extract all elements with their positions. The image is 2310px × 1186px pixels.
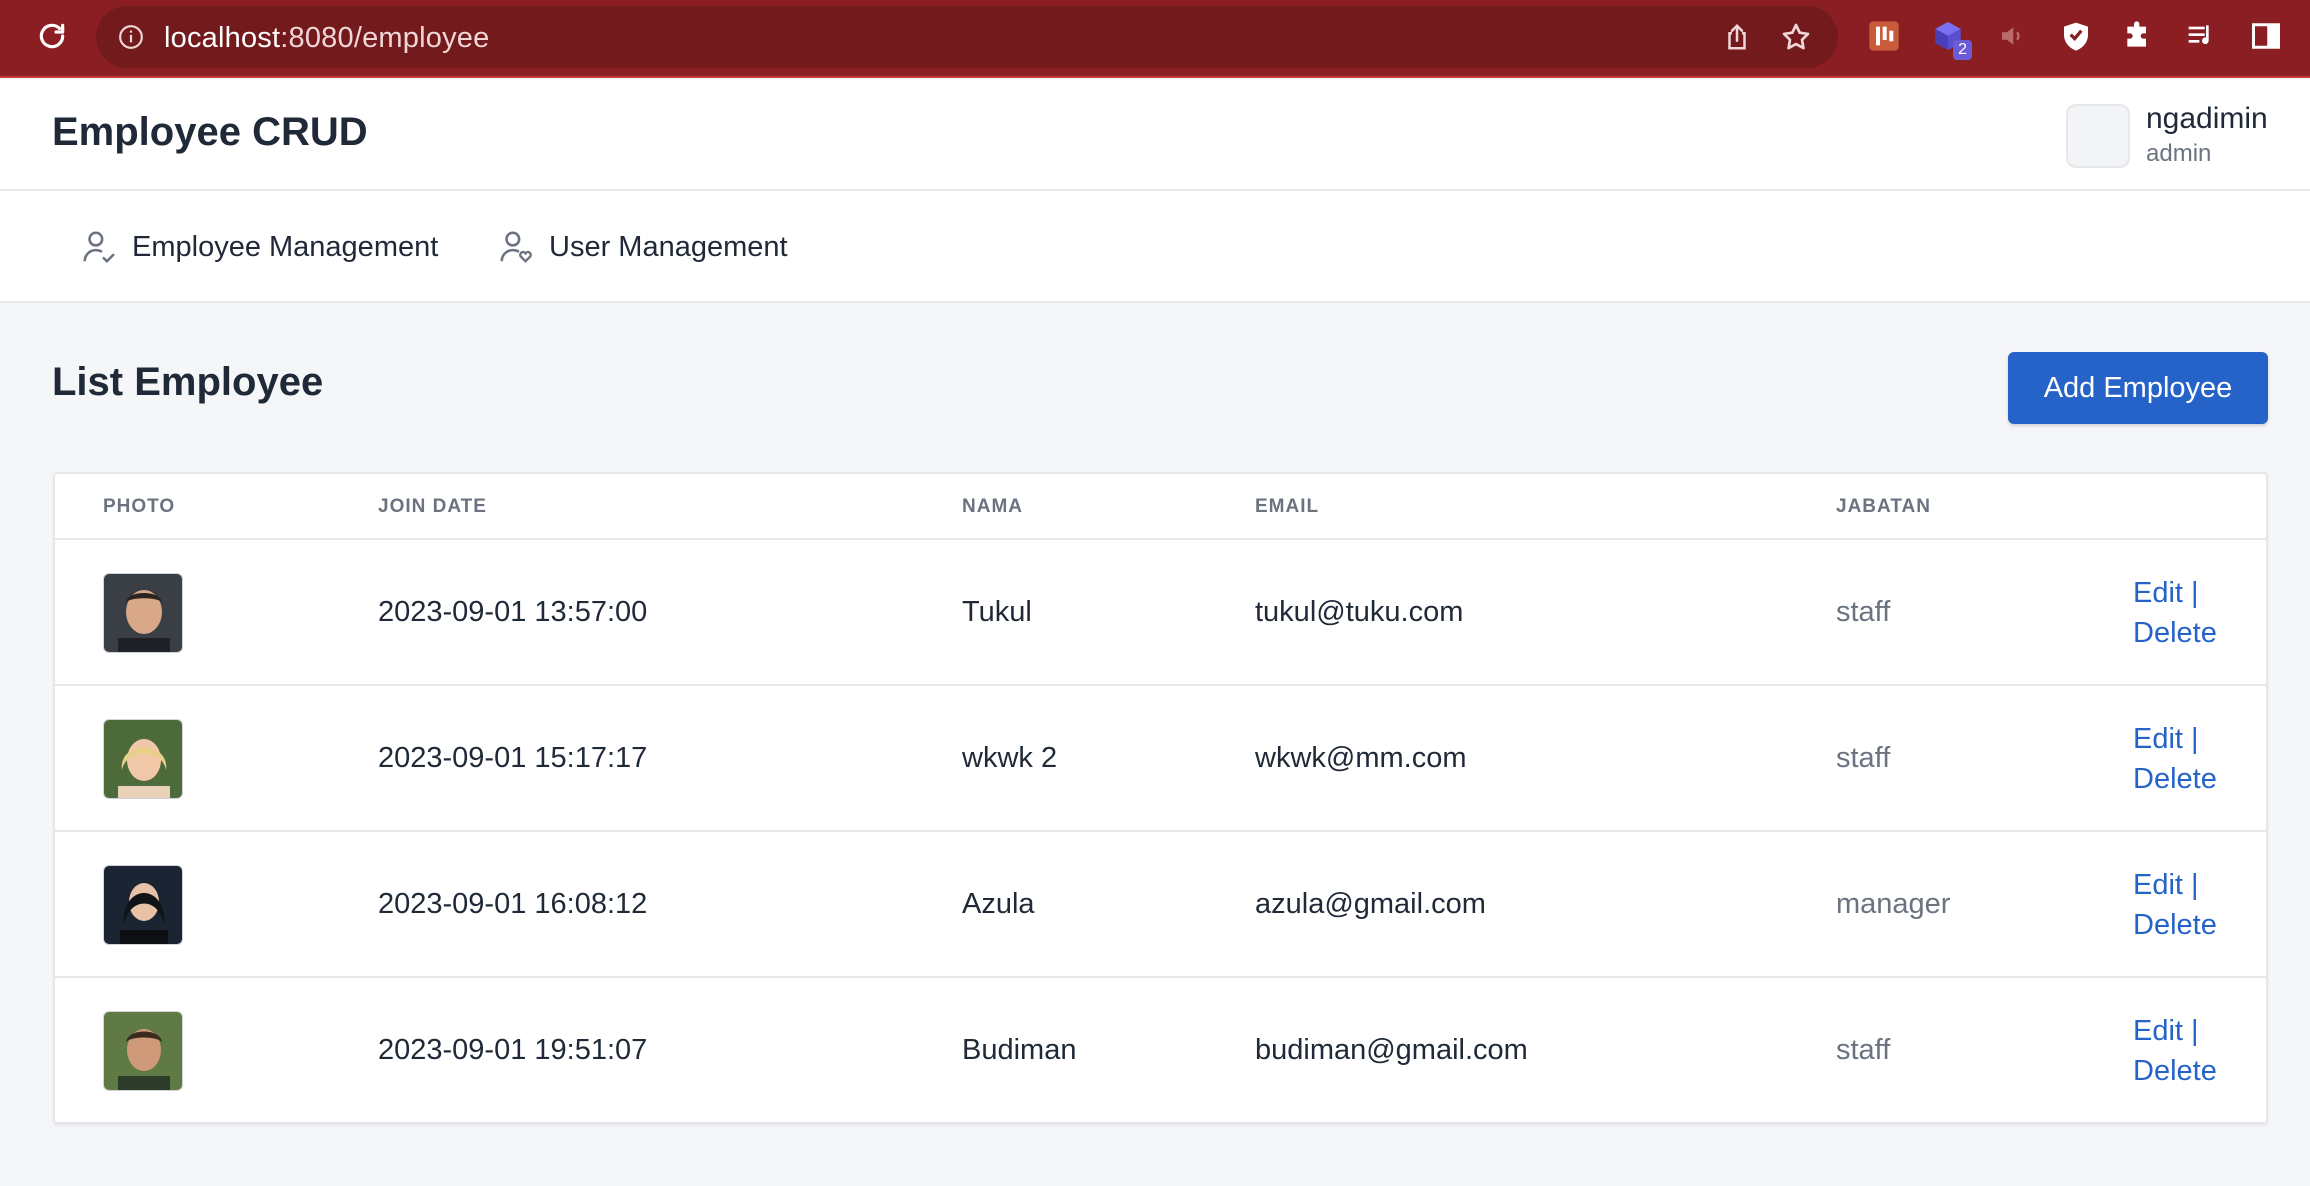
page-title: List Employee xyxy=(52,360,324,404)
action-separator: | xyxy=(2191,723,2199,755)
table-row: 2023-09-01 16:08:12 Azula azula@gmail.co… xyxy=(55,832,2266,978)
column-header-nama: NAMA xyxy=(962,496,1023,517)
delete-link[interactable]: Delete xyxy=(2133,909,2217,941)
join-date: 2023-09-01 13:57:00 xyxy=(378,596,648,628)
delete-link[interactable]: Delete xyxy=(2133,617,2217,649)
employee-email: wkwk@mm.com xyxy=(1255,742,1467,774)
extension-cube-icon[interactable]: 2 xyxy=(1930,18,1972,60)
share-icon[interactable] xyxy=(1722,22,1752,52)
column-header-join-date: JOIN DATE xyxy=(378,496,487,517)
user-avatar[interactable] xyxy=(2066,104,2130,168)
url-text[interactable]: localhost:8080/employee xyxy=(164,22,489,55)
row-actions: Edit | Delete xyxy=(2133,573,2217,653)
employee-photo xyxy=(103,719,183,799)
nav-label: User Management xyxy=(549,230,788,263)
employee-photo xyxy=(103,865,183,945)
action-separator: | xyxy=(2191,577,2199,609)
employee-name: Tukul xyxy=(962,596,1032,628)
user-heart-icon xyxy=(500,231,532,263)
edit-link[interactable]: Edit xyxy=(2133,577,2183,609)
employee-email: budiman@gmail.com xyxy=(1255,1034,1528,1066)
browser-toolbar: localhost:8080/employee 2 xyxy=(0,0,2310,78)
app-title: Employee CRUD xyxy=(52,110,368,154)
nav-item-user-management[interactable]: User Management xyxy=(497,225,788,269)
side-panel-icon[interactable] xyxy=(2248,18,2284,54)
employee-jabatan: manager xyxy=(1836,888,1951,920)
action-separator: | xyxy=(2191,1015,2199,1047)
employee-jabatan: staff xyxy=(1836,596,1891,628)
column-header-email: EMAIL xyxy=(1255,496,1320,517)
join-date: 2023-09-01 16:08:12 xyxy=(378,888,648,920)
delete-link[interactable]: Delete xyxy=(2133,763,2217,795)
address-bar[interactable]: localhost:8080/employee xyxy=(96,6,1838,68)
row-actions: Edit | Delete xyxy=(2133,719,2217,799)
app-header: Employee CRUD ngadimin admin xyxy=(0,80,2310,191)
employee-table: PHOTO JOIN DATE NAMA EMAIL JABATAN 2023-… xyxy=(53,472,2268,1124)
url-path: :8080/employee xyxy=(280,22,490,54)
info-icon[interactable] xyxy=(118,24,144,50)
extension-bars-icon[interactable] xyxy=(1866,18,1902,54)
table-row: 2023-09-01 19:51:07 Budiman budiman@gmai… xyxy=(55,978,2266,1122)
employee-name: Budiman xyxy=(962,1034,1077,1066)
edit-link[interactable]: Edit xyxy=(2133,869,2183,901)
user-check-icon xyxy=(83,231,115,264)
join-date: 2023-09-01 19:51:07 xyxy=(378,1034,648,1066)
edit-link[interactable]: Edit xyxy=(2133,1015,2183,1047)
mute-icon[interactable] xyxy=(1994,18,2030,54)
extension-badge: 2 xyxy=(1953,40,1972,60)
row-actions: Edit | Delete xyxy=(2133,1011,2217,1091)
add-employee-button[interactable]: Add Employee xyxy=(2008,352,2268,424)
edit-link[interactable]: Edit xyxy=(2133,723,2183,755)
row-actions: Edit | Delete xyxy=(2133,865,2217,945)
column-header-jabatan: JABATAN xyxy=(1836,496,1931,517)
media-queue-icon[interactable] xyxy=(2184,18,2220,54)
employee-photo xyxy=(103,1011,183,1091)
table-header: PHOTO JOIN DATE NAMA EMAIL JABATAN xyxy=(55,474,2266,540)
reload-icon[interactable] xyxy=(34,18,70,54)
table-row: 2023-09-01 15:17:17 wkwk 2 wkwk@mm.com s… xyxy=(55,686,2266,832)
employee-name: Azula xyxy=(962,888,1035,920)
nav-label: Employee Management xyxy=(132,230,439,263)
shield-icon[interactable] xyxy=(2058,18,2094,54)
employee-name: wkwk 2 xyxy=(962,742,1058,774)
delete-link[interactable]: Delete xyxy=(2133,1055,2217,1087)
employee-jabatan: staff xyxy=(1836,1034,1891,1066)
main-nav: Employee Management User Management xyxy=(0,191,2310,303)
user-role: admin xyxy=(2146,140,2212,167)
bookmark-star-icon[interactable] xyxy=(1780,21,1812,53)
column-header-photo: PHOTO xyxy=(103,496,176,517)
employee-email: azula@gmail.com xyxy=(1255,888,1486,920)
employee-photo xyxy=(103,573,183,653)
employee-jabatan: staff xyxy=(1836,742,1891,774)
url-host: localhost xyxy=(164,22,281,54)
table-row: 2023-09-01 13:57:00 Tukul tukul@tuku.com… xyxy=(55,540,2266,686)
puzzle-icon[interactable] xyxy=(2120,18,2156,54)
user-name: ngadimin xyxy=(2146,102,2268,135)
action-separator: | xyxy=(2191,869,2199,901)
nav-item-employee-management[interactable]: Employee Management xyxy=(80,225,438,269)
join-date: 2023-09-01 15:17:17 xyxy=(378,742,648,774)
employee-email: tukul@tuku.com xyxy=(1255,596,1464,628)
